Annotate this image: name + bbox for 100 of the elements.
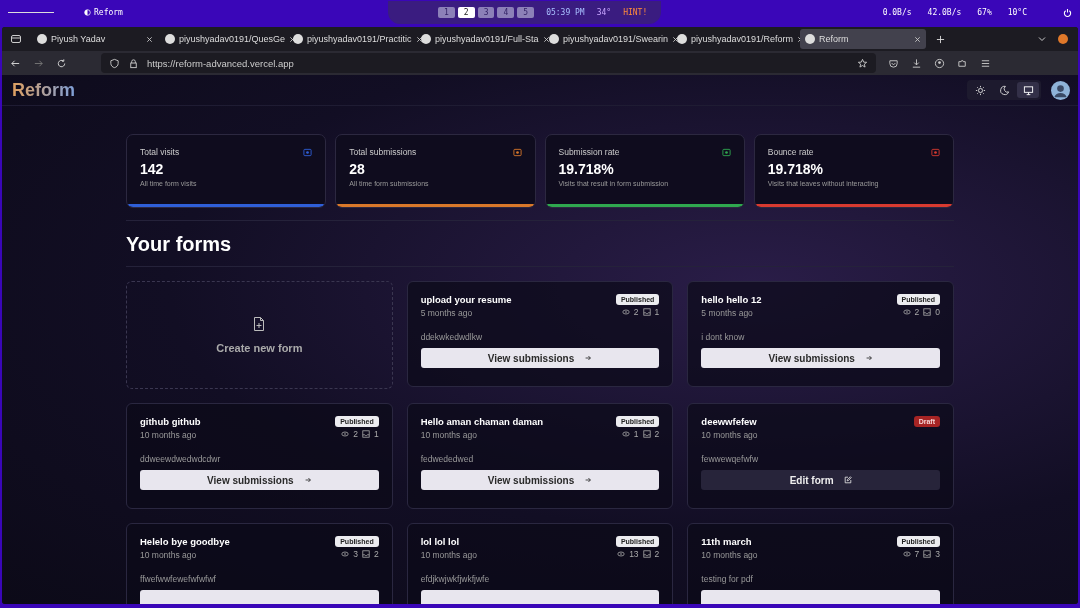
- battery-level: 67%: [977, 8, 992, 17]
- extension-icon[interactable]: [1058, 34, 1068, 44]
- stat-icon: [721, 147, 731, 157]
- form-description: fedwededwed: [420, 454, 475, 464]
- upload-speed: 0.0B/s: [882, 8, 912, 17]
- form-date: 10 months ago: [140, 550, 197, 560]
- visit-count: 2: [353, 428, 358, 439]
- stat-title: Bounce rate: [767, 147, 814, 157]
- window-title: Reform: [94, 8, 123, 17]
- visit-count: 7: [914, 548, 920, 559]
- inbox-icon: [923, 307, 932, 316]
- temperature: 34°: [596, 8, 612, 17]
- close-icon[interactable]: [672, 35, 680, 43]
- browser-tab[interactable]: piyushyadav0191/Swearin: [544, 29, 670, 49]
- submission-count: 1: [373, 428, 379, 439]
- monitor-icon[interactable]: [1017, 82, 1039, 98]
- view-submissions-button[interactable]: View submissions: [420, 348, 660, 368]
- inbox-icon: [361, 549, 370, 558]
- create-form-card[interactable]: Create new form: [126, 281, 393, 389]
- workspace-button[interactable]: 2: [457, 7, 475, 18]
- close-icon[interactable]: [146, 35, 153, 43]
- pocket-icon[interactable]: [888, 57, 899, 69]
- account-icon[interactable]: [934, 57, 945, 69]
- arrow-right-icon: [584, 354, 593, 362]
- view-submissions-button[interactable]: View submissions: [140, 470, 379, 490]
- download-icon[interactable]: [911, 57, 922, 69]
- form-name: upload your resume: [420, 294, 512, 305]
- inbox-icon: [642, 307, 651, 316]
- inbox-icon: [642, 429, 651, 438]
- form-description: fewwewqefwfw: [701, 454, 759, 464]
- submission-count: 2: [654, 548, 660, 559]
- form-name: Helelo bye goodbye: [140, 536, 230, 547]
- workspace-button[interactable]: 3: [477, 7, 495, 18]
- address-bar[interactable]: https://reform-advanced.vercel.app: [101, 53, 876, 73]
- sidebar-icon[interactable]: [10, 33, 22, 45]
- close-icon[interactable]: [914, 35, 921, 43]
- stat-title: Total visits: [140, 147, 180, 157]
- form-date: 10 months ago: [420, 550, 477, 560]
- workspace-button[interactable]: 1: [438, 7, 455, 18]
- close-icon[interactable]: [542, 35, 550, 43]
- browser-tab[interactable]: Piyush Yadav: [32, 29, 158, 49]
- submission-count: 1: [654, 306, 660, 317]
- workspace-button[interactable]: 5: [517, 7, 535, 18]
- form-description: ffwefwwfewefwfwfwf: [140, 574, 217, 584]
- submission-count: 2: [654, 428, 660, 439]
- close-icon[interactable]: [415, 35, 423, 43]
- browser-tab[interactable]: piyushyadav0191/Practitic: [288, 29, 414, 49]
- new-tab-icon[interactable]: [936, 34, 945, 44]
- puzzle-icon[interactable]: [957, 57, 968, 69]
- hint-label: HINT!: [623, 8, 648, 17]
- eye-icon: [902, 307, 911, 316]
- form-date: 10 months ago: [140, 430, 197, 440]
- section-heading: Your forms: [126, 232, 233, 257]
- star-icon[interactable]: [857, 57, 868, 69]
- visit-count: 2: [633, 306, 639, 317]
- submission-count: 0: [935, 306, 940, 317]
- browser-tab[interactable]: Reform: [800, 29, 926, 49]
- avatar[interactable]: [1051, 80, 1070, 100]
- stat-icon: [303, 147, 313, 157]
- stat-value: 19.718%: [767, 161, 825, 177]
- eye-icon: [617, 549, 626, 558]
- form-date: 5 months ago: [701, 308, 753, 318]
- form-date: 10 months ago: [420, 430, 477, 440]
- eye-icon: [341, 429, 350, 438]
- form-date: 10 months ago: [701, 550, 758, 560]
- form-name: hello hello 12: [701, 294, 762, 305]
- arrow-right-icon: [303, 476, 312, 484]
- browser-tab[interactable]: piyushyadav0191/Full-Sta: [416, 29, 542, 49]
- form-description: ddekwkedwdlkw: [420, 332, 484, 342]
- stat-icon: [931, 147, 940, 157]
- edit-form-button[interactable]: Edit form: [701, 470, 940, 490]
- submission-count: 2: [373, 548, 379, 559]
- inbox-icon: [642, 549, 651, 558]
- arrow-right-icon: [864, 354, 873, 362]
- form-description: i dont know: [701, 332, 746, 342]
- inbox-icon: [361, 429, 370, 438]
- stat-value: 28: [349, 161, 366, 177]
- edit-icon: [843, 476, 852, 484]
- menu-icon[interactable]: [980, 57, 991, 69]
- visit-count: 2: [914, 306, 920, 317]
- workspace-indicator: [8, 12, 54, 13]
- form-name: 11th march: [701, 536, 752, 547]
- shield-icon: [109, 57, 120, 69]
- visit-count: 13: [629, 548, 639, 559]
- browser-tab[interactable]: piyushyadav0191/QuesGe: [160, 29, 286, 49]
- download-speed: 42.0B/s: [927, 8, 962, 17]
- eye-icon: [621, 307, 630, 316]
- form-description: ddweewdwedwdcdwr: [140, 454, 222, 464]
- lock-icon: [128, 57, 139, 69]
- form-date: 10 months ago: [701, 430, 758, 440]
- form-description: testing for pdf: [701, 574, 754, 584]
- stat-title: Submission rate: [558, 147, 620, 157]
- form-name: deewwfefew: [701, 416, 757, 427]
- view-submissions-button[interactable]: View submissions: [701, 348, 940, 368]
- power-icon[interactable]: [1063, 8, 1072, 17]
- visit-count: 1: [633, 428, 639, 439]
- workspace-button[interactable]: 4: [497, 7, 515, 18]
- stat-value: 19.718%: [558, 161, 615, 177]
- reload-icon[interactable]: [56, 57, 67, 69]
- view-submissions-button[interactable]: View submissions: [420, 470, 660, 490]
